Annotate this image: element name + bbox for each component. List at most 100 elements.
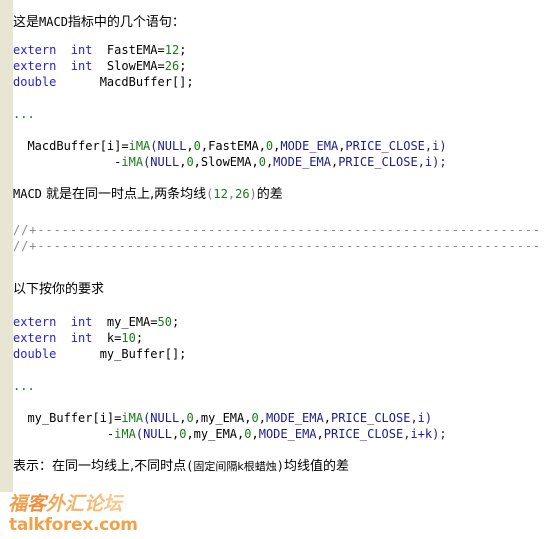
constant-mode-ema: MODE_EMA [258,427,317,441]
paren-close: ) [249,187,257,201]
param-fast: 12 [213,187,228,201]
identifier-macdbuffer: MacdBuffer[]; [56,75,194,89]
paren-open: ( [135,427,144,441]
watermark-char: 汇 [65,493,85,515]
intro-suffix: 指标中的几个语句： [67,15,185,30]
constant-mode-ema: MODE_EMA [280,139,339,153]
watermark-char: 福 [8,493,28,515]
separator-line-2: //+-------------------------------------… [13,239,542,253]
constant-price-close: PRICE_CLOSE [323,427,404,441]
watermark-char: 客 [27,493,47,515]
comma: , [258,411,266,425]
constant-price-close: PRICE_CLOSE [338,155,418,169]
comma: , [323,411,331,425]
watermark-char: 论 [84,493,104,515]
constant-price-close: PRICE_CLOSE [345,139,425,153]
constant-price-close: PRICE_CLOSE [330,411,411,425]
watermark-char: 坛 [103,493,123,515]
semicolon: ; [171,315,180,329]
semicolon: ; [179,43,187,57]
keyword-extern-int: extern int [13,315,93,329]
arg-zero: 0 [186,155,194,169]
arg-zero-2: 0 [258,155,266,169]
explanation-macd: MACD 就是在同一时点上,两条均线(12,26)的差 [13,186,283,202]
keyword-extern-int: extern int [13,43,93,57]
identifier-k: k= [92,331,122,345]
watermark-url: talkforex.com [9,515,138,535]
semicolon: ; [135,331,144,345]
ellipsis-line-1: ... [13,107,35,121]
code-line-extern-fastema: extern int FastEMA=12; [13,42,186,58]
code-line-extern-k: extern int k=10; [13,330,143,346]
arg-tail: ,i) [424,139,447,153]
value-slowema: 26 [164,59,180,73]
code-line-extern-myema: extern int my_EMA=50; [13,314,179,330]
param-slow: 26 [235,187,250,201]
keyword-extern-int: extern int [13,331,93,345]
intro-line: 这是MACD指标中的几个语句： [13,14,185,30]
explanation-custom: 表示：在同一均线上,不同时点(固定间隔k根蜡烛)均线值的差 [13,458,349,474]
left-gutter-strip [0,0,13,492]
heading-your-request: 以下按你的要求 [13,282,105,297]
identifier-fastema: FastEMA= [92,43,165,57]
watermark-chinese-name: 福客外汇论坛 [8,493,122,515]
explain2-inner: 固定间隔k根蜡烛 [193,460,277,473]
constant-null: NULL [150,155,180,169]
intro-mono-macd: MACD [39,15,68,29]
lhs-macdbuffer: MacdBuffer[i]= [13,139,129,153]
lhs-mybuffer: my_Buffer[i]= [13,411,122,425]
constant-null: NULL [150,411,180,425]
code-line-mybuffer-minus: -iMA(NULL,0,my_EMA,0,MODE_EMA,PRICE_CLOS… [13,426,447,442]
function-ima: iMA [114,427,136,441]
arg-tail: ,i) [410,411,433,425]
function-ima: iMA [121,155,144,169]
constant-null: NULL [157,139,187,153]
keyword-extern-int: extern int [13,59,93,73]
semicolon: ; [179,59,187,73]
arg-tail: ,i); [417,155,447,169]
separator-line-1: //+-------------------------------------… [13,223,542,237]
minus-prefix: - [13,155,122,169]
arg-fastema: ,FastEMA, [200,139,266,153]
arg-zero: 0 [193,139,201,153]
arg-zero-2: 0 [251,411,259,425]
code-line-extern-slowema: extern int SlowEMA=26; [13,58,186,74]
keyword-double: double [13,347,57,361]
comma: , [227,187,236,201]
comma: , [251,427,259,441]
site-watermark: 福客外汇论坛 talkforex.com [4,492,184,539]
watermark-char: 外 [46,493,66,515]
forum-post-screenshot: { "page": { "background_color": "#ffffff… [0,0,544,539]
identifier-slowema: SlowEMA= [92,59,165,73]
label-macd: MACD [13,187,42,201]
constant-mode-ema: MODE_EMA [273,155,331,169]
explain2-text-1: 表示：在同一均线上,不同时点 [13,459,187,474]
minus-prefix: - [13,427,115,441]
arg-myema: ,my_EMA, [186,427,245,441]
comma: , [316,427,324,441]
constant-null: NULL [143,427,172,441]
paren-close: ) [276,459,284,473]
explain-text-2: 的差 [256,187,283,202]
arg-myema: ,my_EMA, [193,411,252,425]
explain2-text-2: 均线值的差 [283,459,349,474]
arg-zero: 0 [186,411,194,425]
value-fastema: 12 [164,43,180,57]
keyword-double: double [13,75,57,89]
code-line-mybuffer-assign: my_Buffer[i]=iMA(NULL,0,my_EMA,0,MODE_EM… [13,410,432,426]
paren-open: ( [150,139,158,153]
arg-slowema: ,SlowEMA, [193,155,259,169]
code-line-double-mybuffer: double my_Buffer[]; [13,346,186,362]
intro-prefix: 这是 [13,15,40,30]
comma: , [186,139,194,153]
constant-mode-ema: MODE_EMA [265,411,324,425]
function-ima: iMA [121,411,144,425]
identifier-mybuffer: my_Buffer[]; [56,347,187,361]
ellipsis-line-2: ... [13,379,35,393]
arg-tail: ,i+k); [403,427,447,441]
function-ima: iMA [128,139,151,153]
post-content: 这是MACD指标中的几个语句： extern int FastEMA=12; e… [13,0,544,492]
code-line-double-macdbuffer: double MacdBuffer[]; [13,74,194,90]
identifier-myema: my_EMA= [92,315,158,329]
code-line-macdbuffer-assign: MacdBuffer[i]=iMA(NULL,0,FastEMA,0,MODE_… [13,138,447,154]
